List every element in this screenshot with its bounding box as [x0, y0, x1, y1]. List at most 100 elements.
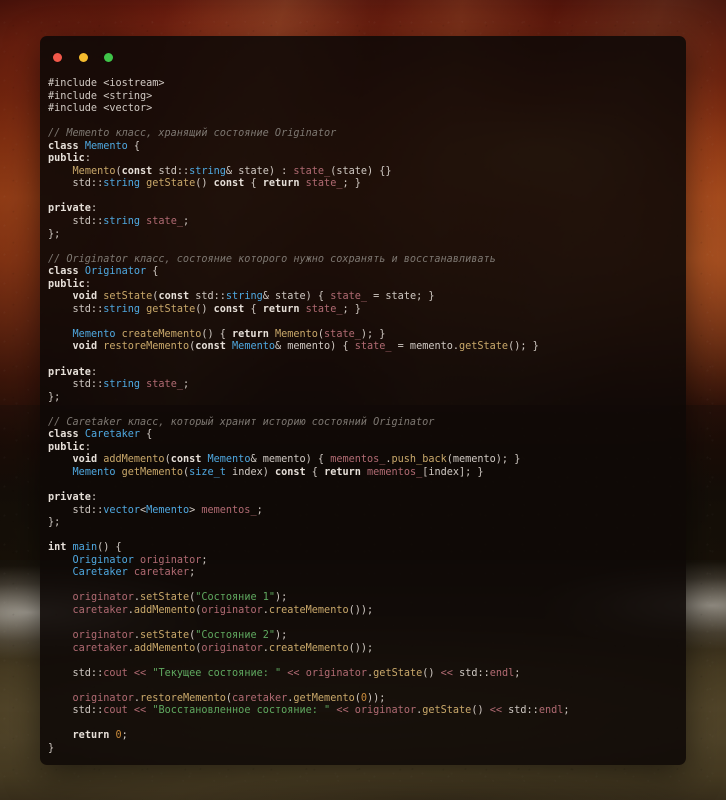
code-token-plain: ; — [121, 730, 128, 742]
code-token-type: Originator — [84, 266, 147, 278]
code-line: ​ — [44, 191, 672, 204]
code-token-plain: ; — [514, 667, 521, 679]
code-token-fn: getMemento — [293, 692, 355, 704]
code-token-type: string — [189, 165, 226, 177]
code-token-kw: void — [72, 341, 104, 353]
code-token-var: mementos_ — [367, 466, 423, 478]
code-token-kw: return — [262, 303, 306, 315]
code-token-plain: ); — [274, 630, 288, 642]
code-line: class Memento { — [44, 141, 672, 154]
code-line: public: — [44, 442, 672, 455]
code-line: private: — [44, 367, 672, 380]
code-token-plain: & state) : — [225, 165, 294, 177]
code-line: Memento getMemento(size_t index) const {… — [44, 467, 672, 480]
code-line: std::cout << "Текущее состояние: " << or… — [44, 668, 672, 681]
code-token-var: state_ — [324, 328, 361, 340]
code-line: std::string getState() const { return st… — [44, 304, 672, 317]
code-token-fn: getMemento — [121, 466, 183, 478]
code-token-kw: const — [158, 291, 196, 303]
code-token-var: state_ — [146, 379, 183, 391]
code-token-plain: () — [471, 705, 490, 717]
code-token-var: state_ — [293, 165, 331, 177]
code-token-var: originator — [201, 604, 263, 616]
code-token-plain: { — [244, 303, 263, 315]
code-line: return 0; — [44, 730, 672, 743]
code-token-plain: () — [195, 303, 214, 315]
code-line: ​ — [44, 680, 672, 693]
code-token-type: Memento — [72, 328, 116, 340]
code-token-fn: push_back — [391, 454, 447, 466]
code-token-kw: int — [48, 542, 73, 554]
minimize-window-button[interactable] — [78, 53, 88, 62]
code-line: ​ — [44, 618, 672, 631]
code-token-type: Memento — [232, 341, 275, 353]
code-token-plain: ; } — [342, 303, 361, 315]
code-token-var: originator — [72, 630, 134, 642]
code-line: originator.setState("Состояние 2"); — [44, 630, 672, 643]
code-line: ​ — [44, 480, 672, 493]
code-token-var: caretaker — [72, 642, 128, 654]
code-token-type: main — [72, 542, 98, 554]
code-token-plain: std:: — [195, 291, 226, 303]
code-token-var: caretaker — [133, 567, 190, 579]
code-token-var: mementos_ — [330, 454, 386, 466]
code-token-plain: { — [140, 429, 153, 441]
code-line: public: — [44, 279, 672, 292]
code-token-plain: )); — [367, 692, 386, 704]
maximize-window-button[interactable] — [104, 53, 114, 62]
code-token-fn: setState — [103, 291, 153, 303]
code-line: }; — [44, 392, 672, 405]
code-token-plain: ); } — [360, 328, 386, 340]
code-token-type: vector — [103, 504, 141, 516]
code-token-plain: ; — [256, 504, 263, 516]
code-token-plain: { — [244, 178, 263, 190]
code-token-kw: const — [213, 178, 245, 190]
code-token-plain: (memento); } — [446, 454, 521, 466]
code-token-kw: class — [48, 266, 85, 278]
code-token-fn: getState — [146, 178, 196, 190]
code-content[interactable]: #include <iostream> #include <string> #inc… — [40, 62, 686, 765]
code-token-kw: return — [262, 178, 306, 190]
code-token-plain: { — [305, 466, 325, 478]
window-titlebar[interactable] — [40, 36, 686, 62]
code-token-plain: std:: — [48, 303, 104, 315]
code-token-plain: = memento. — [391, 341, 459, 353]
code-token-fn: createMemento — [121, 328, 202, 340]
code-token-kw: private — [48, 366, 91, 378]
code-line: ​ — [44, 404, 672, 417]
code-line: }; — [44, 517, 672, 530]
code-token-plain: : — [84, 153, 91, 165]
code-token-var: originator — [72, 692, 134, 704]
code-line: class Caretaker { — [44, 429, 672, 442]
code-token-kw: private — [48, 492, 91, 504]
code-token-fn: createMemento — [268, 604, 349, 616]
code-token-plain: & memento) { — [250, 454, 331, 466]
code-line: Memento createMemento() { return Memento… — [44, 329, 672, 342]
code-line: caretaker.addMemento(originator.createMe… — [44, 643, 672, 656]
code-token-plain: : — [90, 366, 98, 378]
code-token-type: string — [103, 303, 141, 315]
code-token-type: Originator — [72, 554, 134, 566]
code-token-plain: index) — [225, 466, 275, 478]
code-token-var: endl — [538, 705, 564, 717]
code-token-cmt: // Memento класс, хранящий состояние Ori… — [48, 128, 337, 140]
code-line: public: — [44, 153, 672, 166]
close-window-button[interactable] — [53, 53, 62, 62]
code-token-fn: addMemento — [103, 454, 165, 466]
code-token-plain: ; — [189, 567, 196, 579]
code-token-type: Memento — [84, 140, 128, 152]
code-token-plain: std:: — [48, 667, 104, 679]
code-token-type: string — [103, 216, 141, 228]
code-token-var: endl — [489, 667, 515, 679]
code-editor-window[interactable]: #include <iostream> #include <string> #inc… — [40, 36, 686, 765]
code-token-type: Memento — [207, 454, 251, 466]
code-token-plain: ; } — [342, 178, 361, 190]
code-token-plain: }; — [48, 391, 61, 403]
